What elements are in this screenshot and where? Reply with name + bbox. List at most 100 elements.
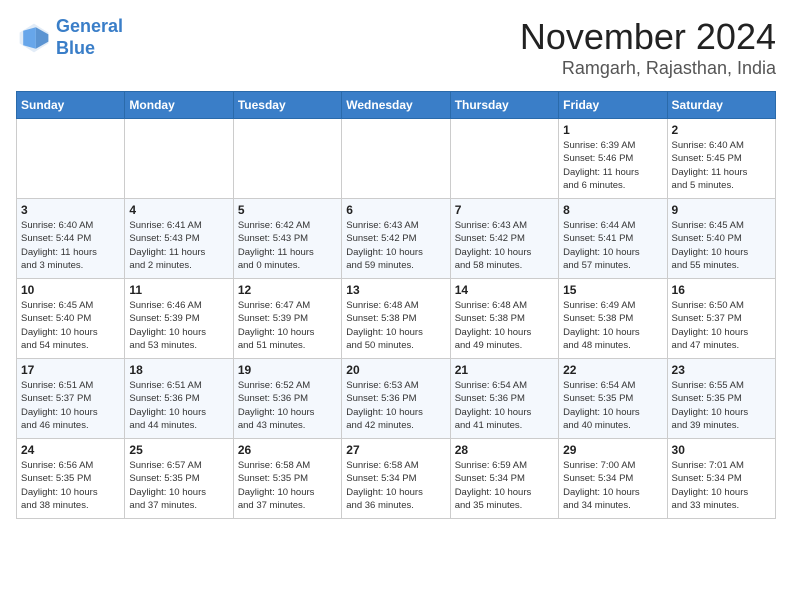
calendar-cell: 1 Sunrise: 6:39 AM Sunset: 5:46 PM Daylig…	[559, 119, 667, 199]
day-number: 9	[672, 203, 771, 217]
calendar-row: 17 Sunrise: 6:51 AM Sunset: 5:37 PM Dayli…	[17, 359, 776, 439]
day-info: Sunrise: 6:48 AM Sunset: 5:38 PM Dayligh…	[346, 299, 445, 352]
calendar-cell: 22 Sunrise: 6:54 AM Sunset: 5:35 PM Dayli…	[559, 359, 667, 439]
weekday-header-cell: Sunday	[17, 92, 125, 119]
logo: General Blue	[16, 16, 123, 59]
day-number: 25	[129, 443, 228, 457]
day-info: Sunrise: 6:49 AM Sunset: 5:38 PM Dayligh…	[563, 299, 662, 352]
day-number: 28	[455, 443, 554, 457]
day-info: Sunrise: 6:46 AM Sunset: 5:39 PM Dayligh…	[129, 299, 228, 352]
day-number: 17	[21, 363, 120, 377]
day-number: 1	[563, 123, 662, 137]
logo-line1: General	[56, 16, 123, 36]
calendar-cell: 2 Sunrise: 6:40 AM Sunset: 5:45 PM Daylig…	[667, 119, 775, 199]
day-info: Sunrise: 6:52 AM Sunset: 5:36 PM Dayligh…	[238, 379, 337, 432]
day-number: 11	[129, 283, 228, 297]
calendar-cell: 28 Sunrise: 6:59 AM Sunset: 5:34 PM Dayli…	[450, 439, 558, 519]
weekday-header-cell: Friday	[559, 92, 667, 119]
day-info: Sunrise: 6:45 AM Sunset: 5:40 PM Dayligh…	[672, 219, 771, 272]
calendar-cell: 26 Sunrise: 6:58 AM Sunset: 5:35 PM Dayli…	[233, 439, 341, 519]
calendar-body: 1 Sunrise: 6:39 AM Sunset: 5:46 PM Daylig…	[17, 119, 776, 519]
day-info: Sunrise: 6:43 AM Sunset: 5:42 PM Dayligh…	[455, 219, 554, 272]
day-number: 29	[563, 443, 662, 457]
day-info: Sunrise: 6:55 AM Sunset: 5:35 PM Dayligh…	[672, 379, 771, 432]
calendar-cell: 18Sunrise: 6:51 AM Sunset: 5:36 PM Dayli…	[125, 359, 233, 439]
day-number: 7	[455, 203, 554, 217]
day-number: 23	[672, 363, 771, 377]
page-header: General Blue November 2024 Ramgarh, Raja…	[16, 16, 776, 79]
day-info: Sunrise: 6:47 AM Sunset: 5:39 PM Dayligh…	[238, 299, 337, 352]
day-info: Sunrise: 6:58 AM Sunset: 5:35 PM Dayligh…	[238, 459, 337, 512]
calendar-cell: 4 Sunrise: 6:41 AM Sunset: 5:43 PM Daylig…	[125, 199, 233, 279]
calendar-cell: 16Sunrise: 6:50 AM Sunset: 5:37 PM Dayli…	[667, 279, 775, 359]
logo-line2: Blue	[56, 38, 123, 60]
calendar-cell: 17 Sunrise: 6:51 AM Sunset: 5:37 PM Dayli…	[17, 359, 125, 439]
day-info: Sunrise: 6:42 AM Sunset: 5:43 PM Dayligh…	[238, 219, 337, 272]
day-number: 15	[563, 283, 662, 297]
weekday-header-cell: Monday	[125, 92, 233, 119]
logo-text: General Blue	[56, 16, 123, 59]
day-number: 4	[129, 203, 228, 217]
calendar-cell	[125, 119, 233, 199]
calendar-row: 1 Sunrise: 6:39 AM Sunset: 5:46 PM Daylig…	[17, 119, 776, 199]
day-info: Sunrise: 6:54 AM Sunset: 5:35 PM Dayligh…	[563, 379, 662, 432]
calendar-cell: 6Sunrise: 6:43 AM Sunset: 5:42 PM Daylig…	[342, 199, 450, 279]
day-info: Sunrise: 6:48 AM Sunset: 5:38 PM Dayligh…	[455, 299, 554, 352]
day-info: Sunrise: 6:43 AM Sunset: 5:42 PM Dayligh…	[346, 219, 445, 272]
calendar-cell: 30Sunrise: 7:01 AM Sunset: 5:34 PM Dayli…	[667, 439, 775, 519]
calendar-cell: 23 Sunrise: 6:55 AM Sunset: 5:35 PM Dayli…	[667, 359, 775, 439]
day-number: 22	[563, 363, 662, 377]
calendar-cell	[450, 119, 558, 199]
day-number: 27	[346, 443, 445, 457]
day-info: Sunrise: 6:59 AM Sunset: 5:34 PM Dayligh…	[455, 459, 554, 512]
calendar-cell	[17, 119, 125, 199]
logo-icon	[16, 20, 52, 56]
day-number: 24	[21, 443, 120, 457]
month-title: November 2024	[520, 16, 776, 58]
calendar-cell: 8Sunrise: 6:44 AM Sunset: 5:41 PM Daylig…	[559, 199, 667, 279]
day-info: Sunrise: 6:56 AM Sunset: 5:35 PM Dayligh…	[21, 459, 120, 512]
weekday-header-cell: Saturday	[667, 92, 775, 119]
weekday-header-cell: Tuesday	[233, 92, 341, 119]
day-number: 26	[238, 443, 337, 457]
day-info: Sunrise: 6:41 AM Sunset: 5:43 PM Dayligh…	[129, 219, 228, 272]
day-number: 8	[563, 203, 662, 217]
day-info: Sunrise: 6:57 AM Sunset: 5:35 PM Dayligh…	[129, 459, 228, 512]
location-title: Ramgarh, Rajasthan, India	[520, 58, 776, 79]
weekday-header-row: SundayMondayTuesdayWednesdayThursdayFrid…	[17, 92, 776, 119]
calendar-cell: 9 Sunrise: 6:45 AM Sunset: 5:40 PM Daylig…	[667, 199, 775, 279]
day-number: 10	[21, 283, 120, 297]
day-info: Sunrise: 6:58 AM Sunset: 5:34 PM Dayligh…	[346, 459, 445, 512]
calendar-row: 24 Sunrise: 6:56 AM Sunset: 5:35 PM Dayli…	[17, 439, 776, 519]
calendar-cell: 21Sunrise: 6:54 AM Sunset: 5:36 PM Dayli…	[450, 359, 558, 439]
calendar-cell: 11 Sunrise: 6:46 AM Sunset: 5:39 PM Dayli…	[125, 279, 233, 359]
calendar-table: SundayMondayTuesdayWednesdayThursdayFrid…	[16, 91, 776, 519]
calendar-cell: 13 Sunrise: 6:48 AM Sunset: 5:38 PM Dayli…	[342, 279, 450, 359]
day-number: 12	[238, 283, 337, 297]
calendar-cell: 5 Sunrise: 6:42 AM Sunset: 5:43 PM Daylig…	[233, 199, 341, 279]
calendar-cell	[342, 119, 450, 199]
calendar-row: 3Sunrise: 6:40 AM Sunset: 5:44 PM Daylig…	[17, 199, 776, 279]
day-number: 30	[672, 443, 771, 457]
calendar-row: 10 Sunrise: 6:45 AM Sunset: 5:40 PM Dayli…	[17, 279, 776, 359]
calendar-cell	[233, 119, 341, 199]
day-number: 2	[672, 123, 771, 137]
day-number: 14	[455, 283, 554, 297]
day-info: Sunrise: 6:45 AM Sunset: 5:40 PM Dayligh…	[21, 299, 120, 352]
day-number: 20	[346, 363, 445, 377]
calendar-cell: 10 Sunrise: 6:45 AM Sunset: 5:40 PM Dayli…	[17, 279, 125, 359]
day-number: 16	[672, 283, 771, 297]
day-info: Sunrise: 6:40 AM Sunset: 5:45 PM Dayligh…	[672, 139, 771, 192]
calendar-cell: 25 Sunrise: 6:57 AM Sunset: 5:35 PM Dayli…	[125, 439, 233, 519]
day-number: 13	[346, 283, 445, 297]
calendar-cell: 7 Sunrise: 6:43 AM Sunset: 5:42 PM Daylig…	[450, 199, 558, 279]
day-number: 19	[238, 363, 337, 377]
day-number: 5	[238, 203, 337, 217]
title-area: November 2024 Ramgarh, Rajasthan, India	[520, 16, 776, 79]
calendar-cell: 24 Sunrise: 6:56 AM Sunset: 5:35 PM Dayli…	[17, 439, 125, 519]
calendar-cell: 29Sunrise: 7:00 AM Sunset: 5:34 PM Dayli…	[559, 439, 667, 519]
calendar-cell: 27 Sunrise: 6:58 AM Sunset: 5:34 PM Dayli…	[342, 439, 450, 519]
day-info: Sunrise: 6:51 AM Sunset: 5:37 PM Dayligh…	[21, 379, 120, 432]
day-info: Sunrise: 6:39 AM Sunset: 5:46 PM Dayligh…	[563, 139, 662, 192]
day-number: 3	[21, 203, 120, 217]
